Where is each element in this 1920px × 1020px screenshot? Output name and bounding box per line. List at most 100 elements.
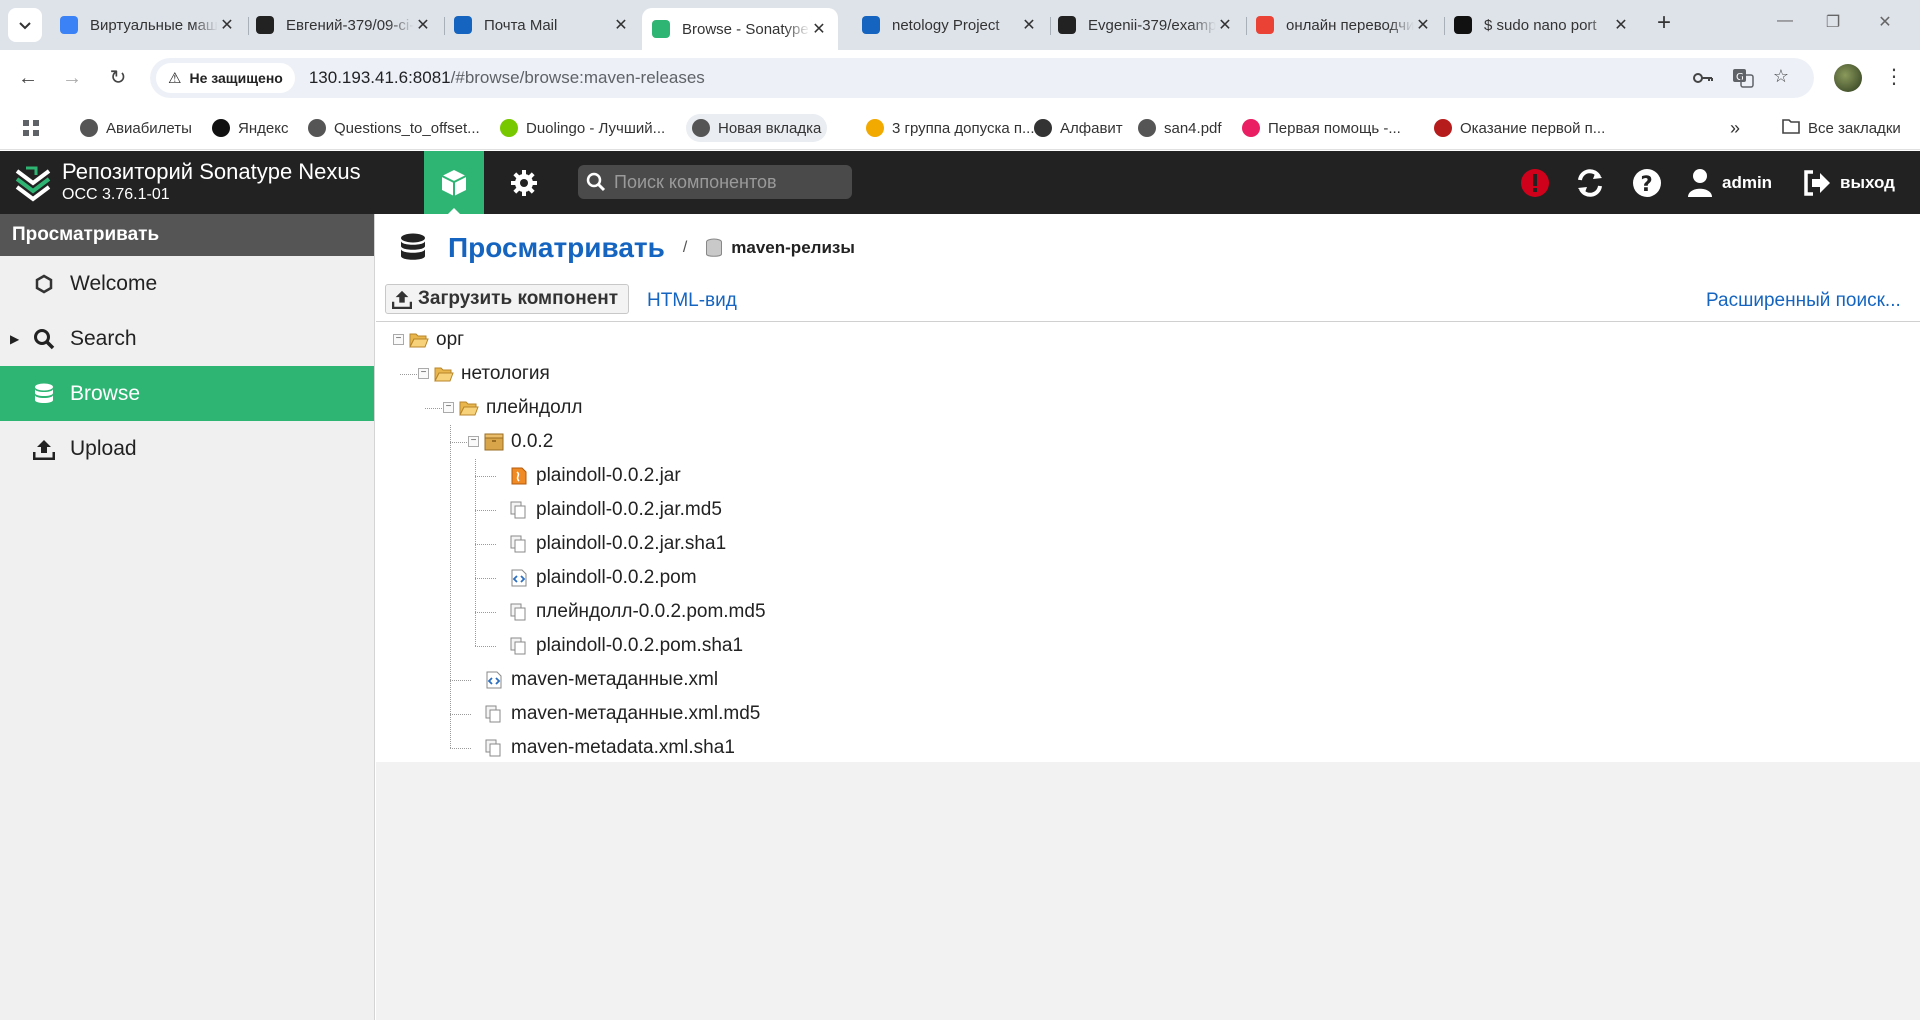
minimize-icon[interactable]: — <box>1770 12 1800 30</box>
tree-node[interactable]: плейндолл-0.0.2.pom.md5 <box>376 595 1920 629</box>
repository-name: maven-релизы <box>731 238 855 257</box>
new-tab-button[interactable]: + <box>1652 11 1676 36</box>
collapse-toggle-icon[interactable]: − <box>443 402 454 413</box>
bookmark-item[interactable]: Оказание первой п... <box>1428 114 1611 142</box>
url-text[interactable]: 130.193.41.6:8081/#browse/browse:maven-r… <box>309 68 705 88</box>
sidebar-item-search[interactable]: ▶ Search <box>0 311 374 366</box>
browser-tab[interactable]: Browse - Sonatype Nexus✕ <box>642 8 838 50</box>
tab-close-icon[interactable]: ✕ <box>1216 15 1234 35</box>
tab-close-icon[interactable]: ✕ <box>810 19 828 39</box>
system-alert-icon[interactable] <box>1520 151 1550 214</box>
bookmark-star-icon[interactable]: ☆ <box>1768 66 1794 92</box>
file-icon <box>509 501 529 519</box>
tab-close-icon[interactable]: ✕ <box>1414 15 1432 35</box>
bookmark-item[interactable]: Questions_to_offset... <box>302 114 486 142</box>
all-bookmarks[interactable]: Все закладки <box>1776 114 1907 142</box>
bookmark-item[interactable]: san4.pdf <box>1132 114 1228 142</box>
forward-icon[interactable]: → <box>56 62 88 94</box>
sidebar-item-browse[interactable]: Browse <box>0 366 374 421</box>
user-account[interactable]: admin <box>1686 151 1772 214</box>
bookmark-label: Первая помощь -... <box>1268 119 1401 137</box>
bookmark-item[interactable]: Новая вкладка <box>686 114 828 142</box>
apps-grid-icon[interactable] <box>16 114 46 142</box>
url-path: /#browse/browse:maven-releases <box>450 68 705 87</box>
browser-tab[interactable]: $ sudo nano port ✕ <box>1444 8 1640 42</box>
password-key-icon[interactable] <box>1690 66 1716 92</box>
html-view-link[interactable]: HTML-вид <box>647 290 737 312</box>
logout-button[interactable]: выход <box>1802 151 1895 214</box>
caret-right-icon[interactable]: ▶ <box>10 332 19 346</box>
component-search-input[interactable] <box>614 171 834 193</box>
collapse-toggle-icon[interactable]: − <box>393 334 404 345</box>
browse-mode-button[interactable] <box>424 151 484 214</box>
folder-icon <box>1782 118 1800 138</box>
tree-node-label: maven-metadata.xml.sha1 <box>511 737 735 758</box>
more-bookmarks-icon[interactable]: » <box>1724 114 1746 142</box>
file-icon <box>509 603 529 621</box>
bookmark-item[interactable]: 3 группа допуска п... <box>860 114 1041 142</box>
tree-node-label: орг <box>436 329 465 350</box>
bookmark-item[interactable]: Duolingo - Лучший... <box>494 114 671 142</box>
warning-icon: ⚠ <box>168 70 182 87</box>
sidebar-item-upload[interactable]: Upload <box>0 421 374 476</box>
tab-close-icon[interactable]: ✕ <box>612 15 630 35</box>
close-window-icon[interactable]: ✕ <box>1870 12 1900 32</box>
back-icon[interactable]: ← <box>12 62 44 94</box>
tree-node[interactable]: plaindoll-0.0.2.pom <box>376 561 1920 595</box>
tree-connector <box>475 578 496 579</box>
tree-node[interactable]: plaindoll-0.0.2.jar.sha1 <box>376 527 1920 561</box>
browser-tab[interactable]: онлайн переводчик ✕ <box>1246 8 1442 42</box>
tab-close-icon[interactable]: ✕ <box>414 15 432 35</box>
bookmark-item[interactable]: Первая помощь -... <box>1236 114 1407 142</box>
collapse-toggle-icon[interactable]: − <box>418 368 429 379</box>
address-bar[interactable]: ⚠ Не защищено 130.193.41.6:8081/#browse/… <box>150 58 1814 98</box>
tree-node[interactable]: − орг <box>376 323 1920 357</box>
browser-tab[interactable]: Почта Mail ✕ <box>444 8 640 42</box>
tab-close-icon[interactable]: ✕ <box>1020 15 1038 35</box>
component-search[interactable] <box>578 165 852 199</box>
tab-title: онлайн переводчик <box>1286 16 1414 34</box>
browser-menu-icon[interactable]: ⋮ <box>1884 64 1904 89</box>
tree-node[interactable]: − плейндолл <box>376 391 1920 425</box>
browser-tab[interactable]: Евгений-379/09-ci-03✕ <box>246 8 442 42</box>
upload-component-button[interactable]: Загрузить компонент <box>385 284 630 314</box>
profile-avatar[interactable] <box>1834 64 1862 92</box>
tab-search-button[interactable] <box>8 8 42 42</box>
bookmark-item[interactable]: Яндекс <box>206 114 294 142</box>
bookmark-item[interactable]: Алфавит <box>1028 114 1129 142</box>
page-title[interactable]: Просматривать <box>448 232 665 264</box>
tree-connector <box>475 646 496 647</box>
browser-tab[interactable]: netology Project ✕ <box>852 8 1048 42</box>
tree-node[interactable]: maven-метаданные.xml <box>376 663 1920 697</box>
tree-node[interactable]: plaindoll-0.0.2.jar.md5 <box>376 493 1920 527</box>
breadcrumb-separator: / <box>682 239 688 256</box>
collapse-toggle-icon[interactable]: − <box>468 436 479 447</box>
refresh-icon[interactable] <box>1574 151 1606 214</box>
tab-close-icon[interactable]: ✕ <box>218 15 236 35</box>
advanced-search-link[interactable]: Расширенный поиск... <box>1706 290 1901 312</box>
tree-node[interactable]: plaindoll-0.0.2.pom.sha1 <box>376 629 1920 663</box>
bookmark-favicon-icon <box>1242 119 1260 137</box>
translate-icon[interactable]: G <box>1730 66 1756 92</box>
security-chip[interactable]: ⚠ Не защищено <box>156 63 295 93</box>
admin-mode-button[interactable] <box>496 151 552 214</box>
tree-node[interactable]: maven-metadata.xml.sha1 <box>376 731 1920 765</box>
tab-close-icon[interactable]: ✕ <box>1612 15 1630 35</box>
bookmark-item[interactable]: Авиабилеты <box>74 114 198 142</box>
help-icon[interactable]: ? <box>1632 151 1662 214</box>
bookmark-label: Questions_to_offset... <box>334 119 480 137</box>
tab-title: Evgenii-379/example <box>1088 16 1216 34</box>
tree-node[interactable]: plaindoll-0.0.2.jar <box>376 459 1920 493</box>
gear-icon <box>511 169 537 196</box>
browse-toolbar: Загрузить компонент HTML-вид Расширенный… <box>376 280 1920 322</box>
tree-node[interactable]: − нетология <box>376 357 1920 391</box>
browser-tab[interactable]: Evgenii-379/example ✕ <box>1048 8 1244 42</box>
restore-icon[interactable]: ❐ <box>1818 12 1848 32</box>
reload-icon[interactable]: ↻ <box>102 62 134 94</box>
browser-tab[interactable]: Виртуальные машины✕ <box>50 8 246 42</box>
nexus-header: Репозиторий Sonatype Nexus OCC 3.76.1-01 <box>0 151 1920 214</box>
tab-favicon-icon <box>1256 16 1274 34</box>
tree-node[interactable]: maven-метаданные.xml.md5 <box>376 697 1920 731</box>
sidebar-item-welcome[interactable]: Welcome <box>0 256 374 311</box>
tree-node[interactable]: − 0.0.2 <box>376 425 1920 459</box>
